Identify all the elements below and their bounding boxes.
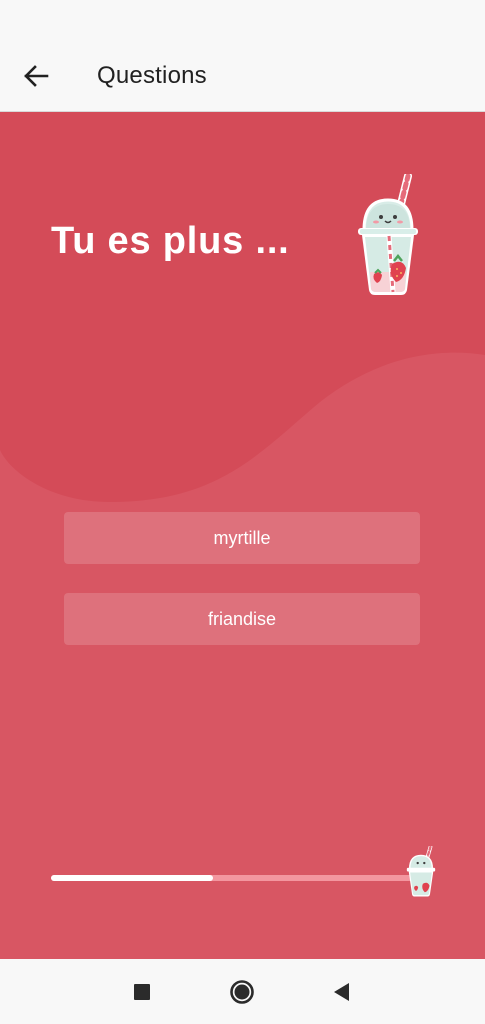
app-bar: Questions bbox=[0, 40, 485, 112]
recents-button[interactable] bbox=[125, 975, 159, 1009]
back-triangle-icon bbox=[334, 983, 349, 1001]
system-back-button[interactable] bbox=[324, 975, 358, 1009]
progress-bar bbox=[51, 875, 419, 881]
recents-square-icon bbox=[134, 984, 150, 1000]
answer-option-friandise[interactable]: friandise bbox=[64, 593, 420, 645]
system-nav-bar bbox=[0, 959, 485, 1024]
question-screen: Tu es plus ... myrtille friandise bbox=[0, 112, 485, 959]
background-wave bbox=[0, 112, 485, 502]
question-title: Tu es plus ... bbox=[51, 220, 290, 262]
home-button[interactable] bbox=[225, 975, 259, 1009]
status-bar bbox=[0, 0, 485, 40]
back-button[interactable] bbox=[14, 54, 58, 98]
home-circle-icon bbox=[230, 980, 254, 1004]
strawberry-milkshake-icon bbox=[358, 174, 418, 295]
progress-fill bbox=[51, 875, 213, 881]
arrow-back-icon bbox=[24, 65, 49, 87]
strawberry-milkshake-icon bbox=[406, 846, 436, 897]
page-title: Questions bbox=[97, 62, 207, 89]
answer-option-myrtille[interactable]: myrtille bbox=[64, 512, 420, 564]
